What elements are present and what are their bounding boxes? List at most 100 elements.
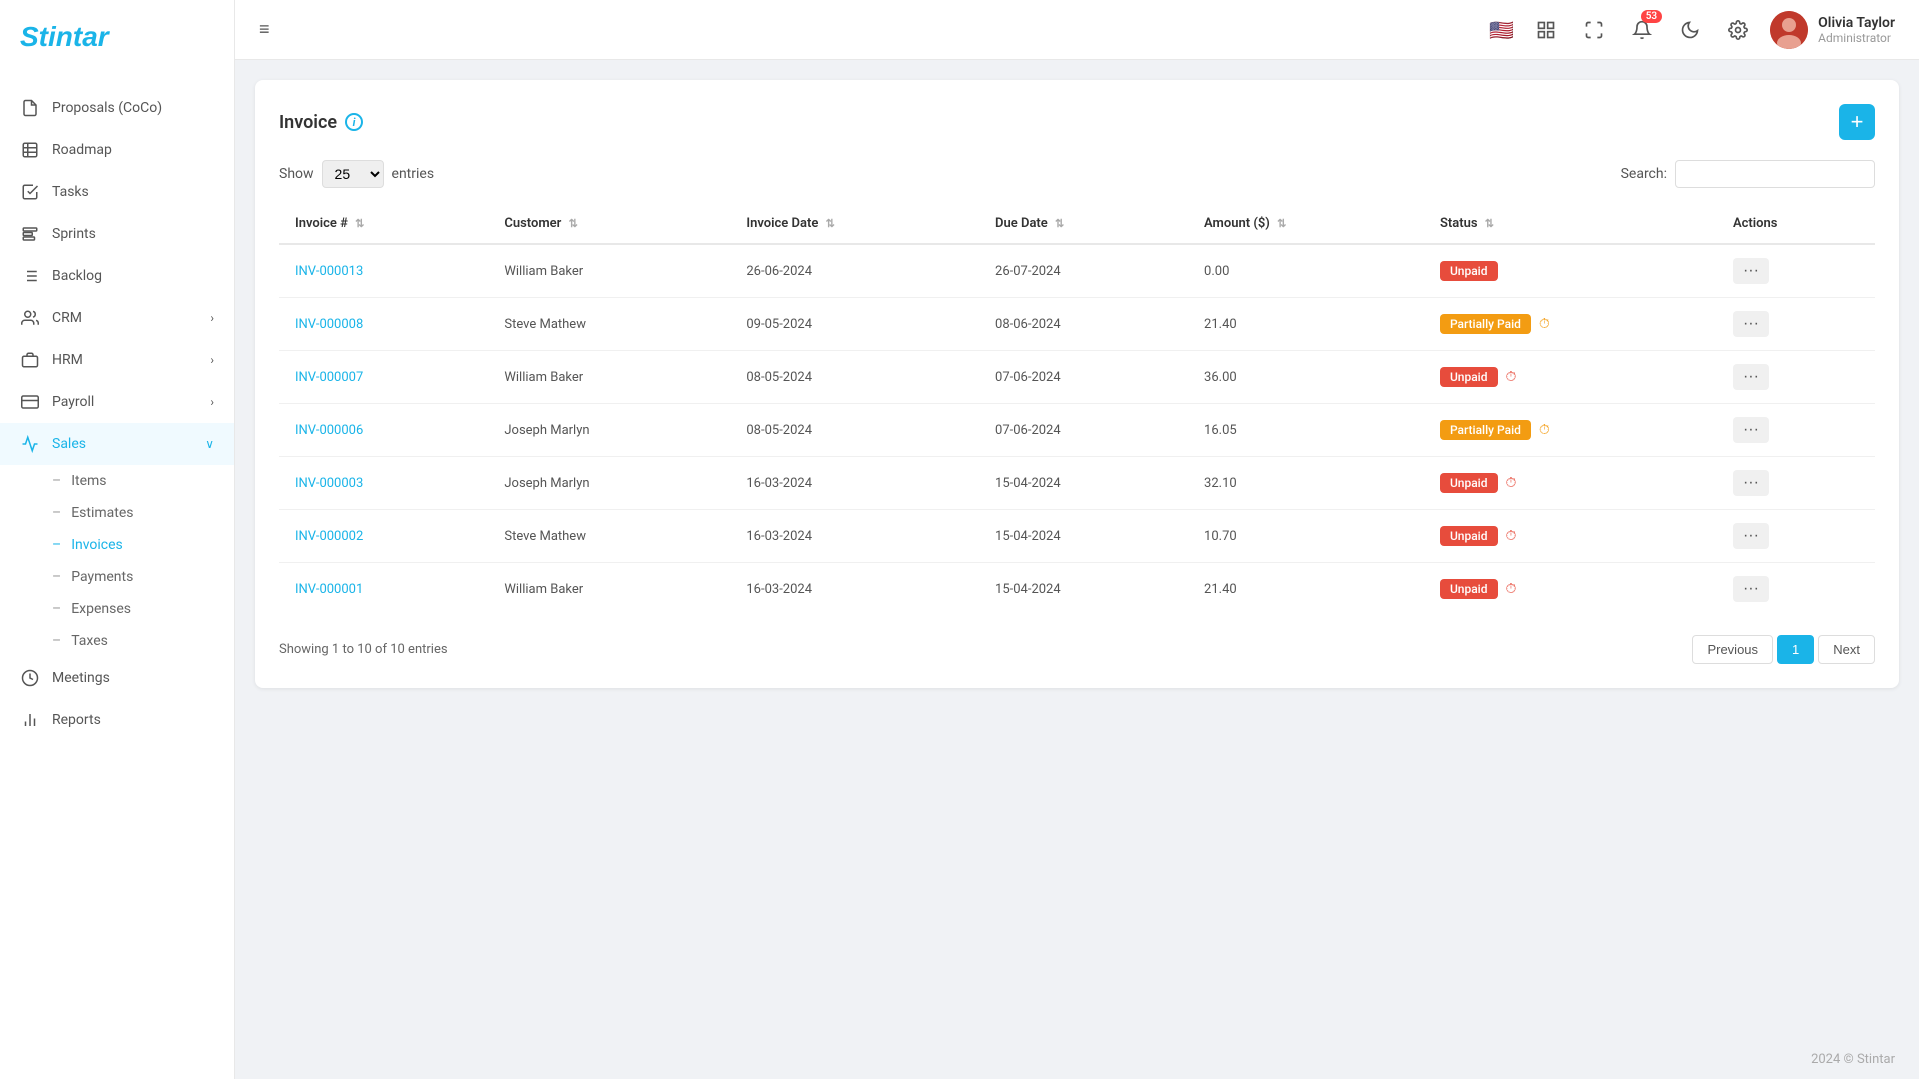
status-badge: Unpaid [1440,526,1498,546]
clock-icon: ⏱ [1539,422,1550,438]
col-customer[interactable]: Customer ⇅ [488,204,730,244]
cell-customer: Steve Mathew [488,510,730,563]
next-button[interactable]: Next [1818,635,1875,664]
dark-mode-icon[interactable] [1674,14,1706,46]
actions-button[interactable]: ··· [1733,258,1769,284]
cell-status: Unpaid⏱ [1424,563,1717,616]
chevron-right-icon-hrm: › [210,353,214,367]
status-badge: Unpaid [1440,367,1498,387]
sidebar-subitem-payments[interactable]: Payments [0,561,234,593]
info-icon[interactable]: i [345,113,363,131]
sidebar-subitem-estimates[interactable]: Estimates [0,497,234,529]
sidebar-subitem-items[interactable]: Items [0,465,234,497]
clock-icon: ⏱ [1539,316,1550,332]
col-invoice-date[interactable]: Invoice Date ⇅ [730,204,979,244]
roadmap-icon [20,140,40,160]
page-controls: Previous 1 Next [1692,635,1875,664]
settings-icon[interactable] [1722,14,1754,46]
actions-button[interactable]: ··· [1733,364,1769,390]
cell-status: Unpaid⏱ [1424,510,1717,563]
cell-due-date: 15-04-2024 [979,457,1188,510]
invoice-link[interactable]: INV-000006 [295,423,363,438]
sidebar-item-hrm[interactable]: HRM › [0,339,234,381]
apps-icon[interactable] [1530,14,1562,46]
header-right: 🇺🇸 53 [1489,11,1895,49]
invoice-link[interactable]: INV-000007 [295,370,363,385]
table-row: INV-000001 William Baker 16-03-2024 15-0… [279,563,1875,616]
chevron-down-icon-sales: ∨ [205,437,214,451]
previous-button[interactable]: Previous [1692,635,1773,664]
clock-icon: ⏱ [1506,475,1517,491]
actions-button[interactable]: ··· [1733,576,1769,602]
cell-customer: William Baker [488,244,730,298]
actions-button[interactable]: ··· [1733,470,1769,496]
svg-text:Stintar: Stintar [20,21,111,52]
cell-due-date: 07-06-2024 [979,404,1188,457]
content-area: Invoice i + Show 25 10 50 100 entries [235,60,1919,1040]
invoice-link[interactable]: INV-000001 [295,582,363,597]
invoice-link[interactable]: INV-000002 [295,529,363,544]
sidebar-subitem-expenses[interactable]: Expenses [0,593,234,625]
user-profile[interactable]: Olivia Taylor Administrator [1770,11,1895,49]
actions-button[interactable]: ··· [1733,417,1769,443]
sidebar-subitem-taxes[interactable]: Taxes [0,625,234,657]
cell-invoice-date: 09-05-2024 [730,298,979,351]
notification-icon[interactable]: 53 [1626,14,1658,46]
cell-status: Unpaid [1424,244,1717,298]
reports-icon [20,710,40,730]
flag-icon[interactable]: 🇺🇸 [1489,18,1514,42]
status-badge: Unpaid [1440,261,1498,281]
invoice-title: Invoice [279,112,337,133]
cell-amount: 36.00 [1188,351,1424,404]
hamburger-menu[interactable]: ≡ [259,19,270,40]
col-invoice-num[interactable]: Invoice # ⇅ [279,204,488,244]
card-title: Invoice i [279,112,363,133]
sidebar-item-tasks-label: Tasks [52,184,89,200]
sidebar-item-sprints[interactable]: Sprints [0,213,234,255]
cell-actions: ··· [1717,510,1875,563]
cell-amount: 21.40 [1188,563,1424,616]
invoice-link[interactable]: INV-000008 [295,317,363,332]
col-status[interactable]: Status ⇅ [1424,204,1717,244]
footer: 2024 © Stintar [235,1040,1919,1079]
table-controls: Show 25 10 50 100 entries Search: [279,160,1875,188]
hrm-icon [20,350,40,370]
cell-due-date: 07-06-2024 [979,351,1188,404]
sidebar-item-tasks[interactable]: Tasks [0,171,234,213]
sidebar-item-proposals-label: Proposals (CoCo) [52,100,162,116]
cell-amount: 0.00 [1188,244,1424,298]
invoice-card: Invoice i + Show 25 10 50 100 entries [255,80,1899,688]
sidebar-item-roadmap[interactable]: Roadmap [0,129,234,171]
cell-inv-num: INV-000002 [279,510,488,563]
page-1-button[interactable]: 1 [1777,635,1814,664]
add-invoice-button[interactable]: + [1839,104,1875,140]
sidebar-item-sales[interactable]: Sales ∨ [0,423,234,465]
search-label: Search: [1621,166,1667,182]
sidebar-item-payroll-label: Payroll [52,394,94,410]
sidebar-item-crm[interactable]: CRM › [0,297,234,339]
table-row: INV-000003 Joseph Marlyn 16-03-2024 15-0… [279,457,1875,510]
cell-actions: ··· [1717,244,1875,298]
search-input[interactable] [1675,160,1875,188]
entries-select[interactable]: 25 10 50 100 [322,160,384,188]
sidebar-item-proposals[interactable]: Proposals (CoCo) [0,87,234,129]
col-due-date[interactable]: Due Date ⇅ [979,204,1188,244]
cell-customer: Joseph Marlyn [488,457,730,510]
cell-inv-num: INV-000008 [279,298,488,351]
sidebar-item-payroll[interactable]: Payroll › [0,381,234,423]
header-left: ≡ [259,19,270,40]
fullscreen-icon[interactable] [1578,14,1610,46]
sidebar-item-backlog[interactable]: Backlog [0,255,234,297]
actions-button[interactable]: ··· [1733,311,1769,337]
actions-button[interactable]: ··· [1733,523,1769,549]
status-badge: Unpaid [1440,473,1498,493]
sidebar-item-meetings[interactable]: Meetings [0,657,234,699]
invoice-link[interactable]: INV-000003 [295,476,363,491]
sidebar-subitem-invoices[interactable]: Invoices [0,529,234,561]
col-amount[interactable]: Amount ($) ⇅ [1188,204,1424,244]
cell-actions: ··· [1717,298,1875,351]
sidebar-nav: Proposals (CoCo) Roadmap Tasks Sprints B [0,79,234,1079]
cell-invoice-date: 16-03-2024 [730,457,979,510]
sidebar-item-reports[interactable]: Reports [0,699,234,741]
invoice-link[interactable]: INV-000013 [295,264,363,279]
